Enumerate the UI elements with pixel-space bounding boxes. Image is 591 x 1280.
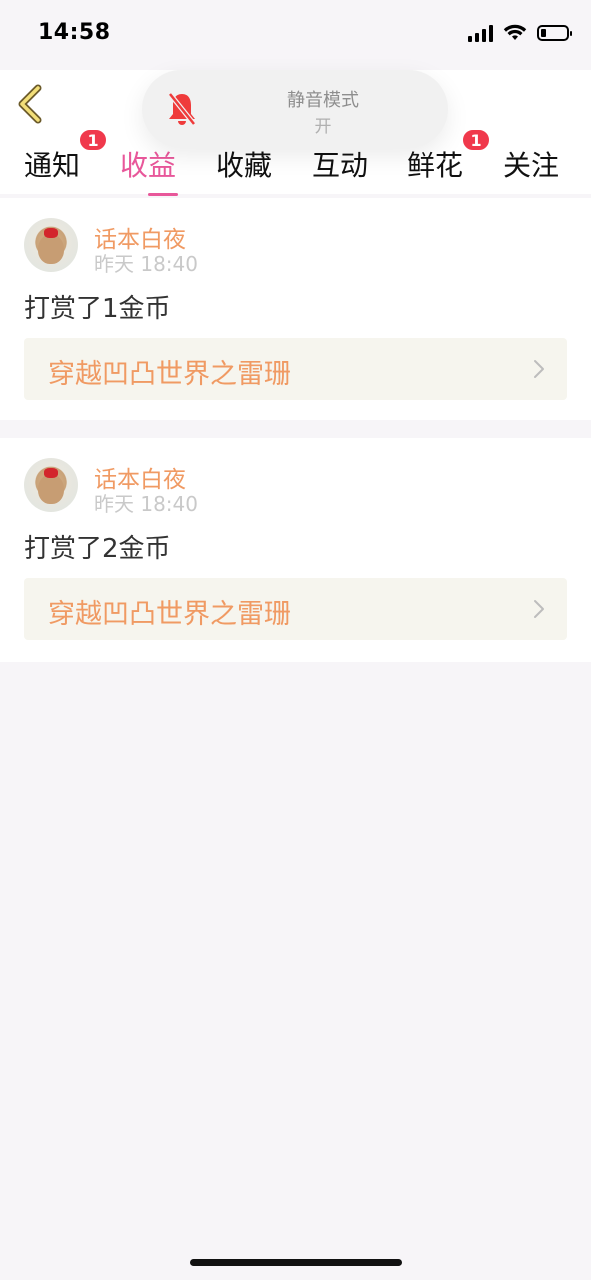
- chevron-right-icon: [534, 600, 544, 618]
- tab-earnings[interactable]: 收益: [120, 144, 178, 196]
- wifi-icon: [503, 24, 527, 40]
- tab-following[interactable]: 关注: [503, 144, 559, 184]
- timestamp: 昨天 18:40: [94, 252, 198, 276]
- home-indicator[interactable]: [190, 1259, 402, 1266]
- status-bar: 14:58: [0, 0, 591, 70]
- tab-interactions[interactable]: 互动: [312, 144, 368, 184]
- unread-badge: 1: [461, 128, 492, 152]
- hud-text: 静音模式 开: [198, 70, 448, 148]
- cellular-signal-icon: [468, 24, 493, 42]
- book-title: 穿越凹凸世界之雷珊: [48, 359, 291, 390]
- book-link[interactable]: 穿越凹凸世界之雷珊: [24, 578, 567, 640]
- status-time: 14:58: [38, 20, 111, 45]
- reward-card: 话本白夜 昨天 18:40 打赏了2金币 穿越凹凸世界之雷珊: [0, 438, 591, 662]
- tab-label: 收益: [120, 149, 177, 182]
- battery-icon: [537, 25, 572, 41]
- tab-flowers[interactable]: 鲜花 1: [407, 128, 492, 184]
- timestamp: 昨天 18:40: [94, 492, 198, 516]
- bell-muted-icon: [168, 92, 196, 126]
- avatar[interactable]: [24, 458, 78, 512]
- tab-label: 鲜花: [407, 149, 464, 182]
- reward-card: 话本白夜 昨天 18:40 打赏了1金币 穿越凹凸世界之雷珊: [0, 198, 591, 420]
- tab-label: 互动: [312, 149, 369, 182]
- reward-text: 打赏了1金币: [24, 294, 171, 324]
- book-link[interactable]: 穿越凹凸世界之雷珊: [24, 338, 567, 400]
- reward-text: 打赏了2金币: [24, 534, 171, 564]
- status-icons: [468, 24, 572, 42]
- active-tab-indicator: [148, 193, 178, 196]
- tab-favorites[interactable]: 收藏: [216, 144, 272, 184]
- silent-mode-hud: 静音模式 开: [142, 70, 448, 148]
- chevron-right-icon: [534, 360, 544, 378]
- tab-label: 关注: [503, 149, 560, 182]
- book-title: 穿越凹凸世界之雷珊: [48, 599, 291, 630]
- unread-badge: 1: [78, 128, 109, 152]
- tab-notifications[interactable]: 通知 1: [24, 128, 109, 184]
- back-arrow-icon[interactable]: [14, 84, 48, 124]
- hud-title: 静音模式: [287, 90, 359, 111]
- tab-label: 收藏: [216, 149, 273, 182]
- hud-subtitle: 开: [314, 117, 332, 137]
- tab-label: 通知: [24, 149, 81, 182]
- avatar[interactable]: [24, 218, 78, 272]
